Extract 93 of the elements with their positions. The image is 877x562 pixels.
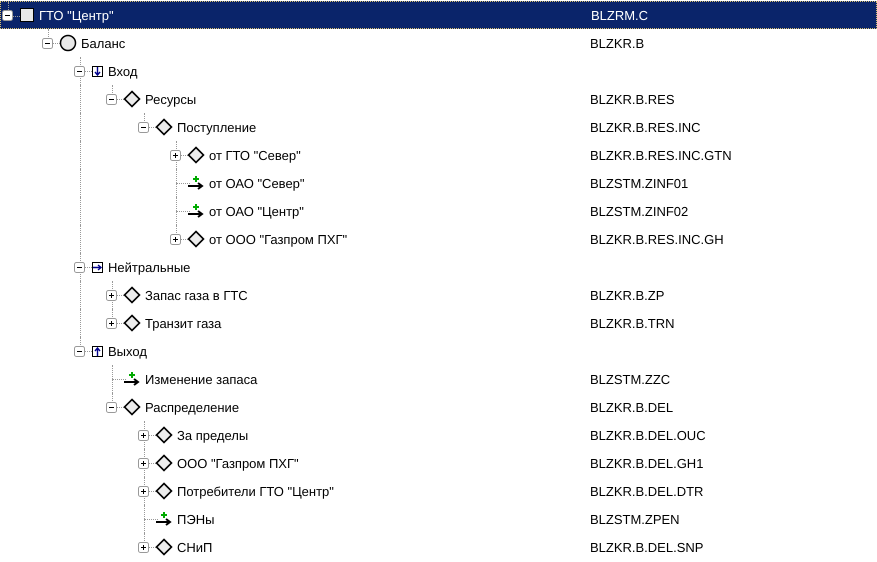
expand-icon[interactable] (138, 430, 149, 440)
node-code: BLZRM.C (591, 8, 648, 22)
node-code: BLZKR.B (590, 36, 644, 50)
collapse-icon[interactable] (74, 66, 85, 76)
node-label: ПЭНы (176, 512, 216, 526)
collapse-icon[interactable] (74, 262, 85, 272)
up-arrow-box-icon (91, 344, 104, 358)
node-label: ООО "Газпром ПХГ" (176, 456, 300, 470)
collapse-icon[interactable] (106, 402, 117, 412)
node-label: СНиП (176, 540, 214, 554)
node-label: от ГТО "Север" (208, 148, 302, 162)
collapse-icon[interactable] (42, 38, 53, 48)
plus-arrow-icon (123, 371, 141, 387)
expand-icon[interactable] (106, 290, 117, 300)
tree-row[interactable]: от ГТО "Север" BLZKR.B.RES.INC.GTN (0, 141, 877, 169)
expand-icon[interactable] (138, 458, 149, 468)
collapse-icon[interactable] (2, 10, 13, 20)
plus-arrow-icon (155, 511, 173, 527)
circle-icon (59, 34, 77, 52)
plus-arrow-icon (187, 175, 205, 191)
plus-arrow-icon (187, 203, 205, 219)
tree-row[interactable]: Поступление BLZKR.B.RES.INC (0, 113, 877, 141)
node-code: BLZKR.B.RES.INC.GH (590, 232, 724, 246)
tree-row[interactable]: ГТО "Центр" BLZRM.C (0, 1, 877, 29)
tree-row[interactable]: от ООО "Газпром ПХГ" BLZKR.B.RES.INC.GH (0, 225, 877, 253)
diamond-icon (155, 454, 173, 472)
node-label: Вход (107, 64, 138, 78)
tree-row[interactable]: Потребители ГТО "Центр" BLZKR.B.DEL.DTR (0, 477, 877, 505)
collapse-icon[interactable] (138, 122, 149, 132)
diamond-icon (187, 146, 205, 164)
tree-row[interactable]: Распределение BLZKR.B.DEL (0, 393, 877, 421)
right-arrow-box-icon (91, 260, 104, 274)
expand-icon[interactable] (106, 318, 117, 328)
node-code: BLZKR.B.TRN (590, 316, 675, 330)
node-label: Выход (107, 344, 148, 358)
node-label: от ООО "Газпром ПХГ" (208, 232, 348, 246)
diamond-icon (155, 482, 173, 500)
tree-row[interactable]: Нейтральные (0, 253, 877, 281)
expand-icon[interactable] (170, 234, 181, 244)
node-code: BLZKR.B.RES (590, 92, 675, 106)
tree-row[interactable]: от ОАО "Центр" BLZSTM.ZINF02 (0, 197, 877, 225)
node-code: BLZKR.B.DEL.SNP (590, 540, 704, 554)
node-label: Распределение (144, 400, 240, 414)
node-label: ГТО "Центр" (38, 8, 115, 22)
node-label: За пределы (176, 428, 250, 442)
node-code: BLZKR.B.DEL (590, 400, 674, 414)
diamond-icon (155, 426, 173, 444)
tree-row[interactable]: СНиП BLZKR.B.DEL.SNP (0, 533, 877, 561)
tree-row[interactable]: ООО "Газпром ПХГ" BLZKR.B.DEL.GH1 (0, 449, 877, 477)
node-code: BLZKR.B.RES.INC (590, 120, 701, 134)
node-code: BLZKR.B.DEL.GH1 (590, 456, 704, 470)
node-label: Транзит газа (144, 316, 222, 330)
node-code: BLZKR.B.RES.INC.GTN (590, 148, 732, 162)
node-code: BLZSTM.ZPEN (590, 512, 680, 526)
expand-icon[interactable] (138, 542, 149, 552)
node-label: Поступление (176, 120, 258, 134)
diamond-icon (155, 538, 173, 556)
tree-row[interactable]: Вход (0, 57, 877, 85)
tree-row[interactable]: Изменение запаса BLZSTM.ZZC (0, 365, 877, 393)
diamond-icon (123, 286, 141, 304)
tree-row[interactable]: Транзит газа BLZKR.B.TRN (0, 309, 877, 337)
node-label: Ресурсы (144, 92, 198, 106)
diamond-icon (187, 230, 205, 248)
node-label: Запас газа в ГТС (144, 288, 249, 302)
tree-row[interactable]: Баланс BLZKR.B (0, 29, 877, 57)
tree-row[interactable]: Ресурсы BLZKR.B.RES (0, 85, 877, 113)
node-label: от ОАО "Север" (208, 176, 306, 190)
down-arrow-box-icon (91, 64, 104, 78)
expand-icon[interactable] (170, 150, 181, 160)
node-code: BLZSTM.ZINF02 (590, 204, 688, 218)
node-label: Потребители ГТО "Центр" (176, 484, 335, 498)
node-code: BLZKR.B.DEL.OUC (590, 428, 706, 442)
tree-row[interactable]: За пределы BLZKR.B.DEL.OUC (0, 421, 877, 449)
collapse-icon[interactable] (106, 94, 117, 104)
node-label: Баланс (80, 36, 126, 50)
collapse-icon[interactable] (74, 346, 85, 356)
diamond-icon (123, 314, 141, 332)
square-icon (19, 7, 35, 23)
node-label: от ОАО "Центр" (208, 204, 305, 218)
diamond-icon (123, 90, 141, 108)
expand-icon[interactable] (138, 486, 149, 496)
node-code: BLZSTM.ZZC (590, 372, 670, 386)
node-label: Нейтральные (107, 260, 192, 274)
tree-row[interactable]: от ОАО "Север" BLZSTM.ZINF01 (0, 169, 877, 197)
tree-row[interactable]: Выход (0, 337, 877, 365)
node-label: Изменение запаса (144, 372, 258, 386)
tree-row[interactable]: ПЭНы BLZSTM.ZPEN (0, 505, 877, 533)
node-code: BLZSTM.ZINF01 (590, 176, 688, 190)
node-code: BLZKR.B.DEL.DTR (590, 484, 704, 498)
tree-row[interactable]: Запас газа в ГТС BLZKR.B.ZP (0, 281, 877, 309)
node-code: BLZKR.B.ZP (590, 288, 664, 302)
diamond-icon (123, 398, 141, 416)
diamond-icon (155, 118, 173, 136)
